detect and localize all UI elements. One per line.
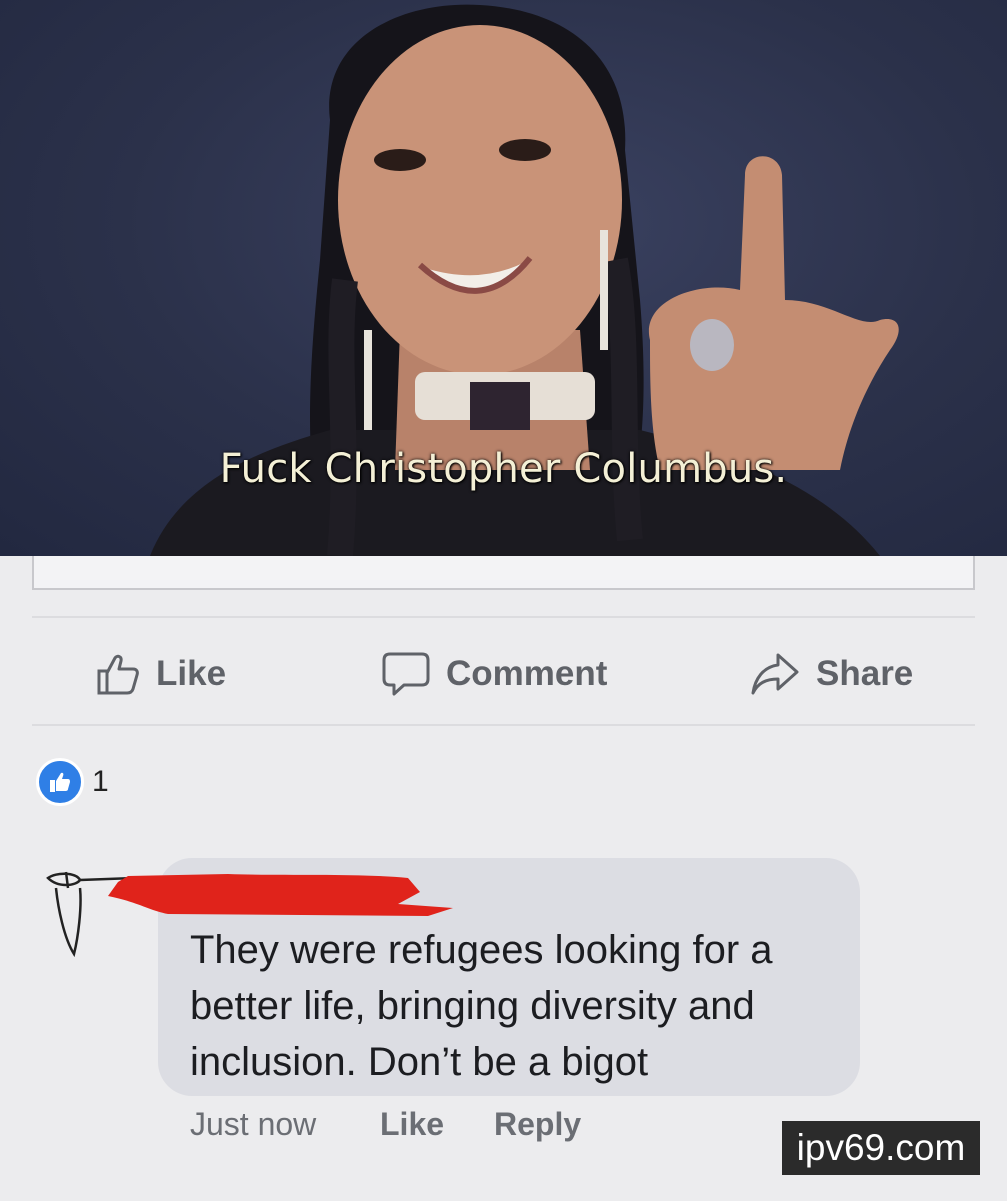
video-caption: Fuck Christopher Columbus. xyxy=(219,446,788,492)
share-arrow-icon xyxy=(750,652,800,696)
comment-button-label: Comment xyxy=(446,654,608,693)
divider-top xyxy=(32,616,975,618)
divider-bottom xyxy=(32,724,975,726)
like-button-label: Like xyxy=(156,654,227,693)
share-button[interactable]: Share xyxy=(750,648,913,700)
comment-button[interactable]: Comment xyxy=(382,648,607,700)
reaction-summary[interactable]: 1 xyxy=(36,758,109,806)
watermark: ipv69.com xyxy=(782,1121,980,1175)
like-reaction-icon xyxy=(36,758,84,806)
redacted-commenter-name xyxy=(108,870,458,920)
comment-text: They were refugees looking for a better … xyxy=(190,928,773,1084)
share-button-label: Share xyxy=(816,654,914,693)
like-button[interactable]: Like xyxy=(96,648,226,700)
reaction-count: 1 xyxy=(92,765,109,798)
thumbs-up-icon xyxy=(96,652,140,696)
comment-like-link[interactable]: Like xyxy=(380,1106,444,1143)
comment-reply-link[interactable]: Reply xyxy=(494,1106,581,1143)
speech-bubble-icon xyxy=(382,651,430,697)
comment-timestamp: Just now xyxy=(190,1106,317,1142)
post-video-frame[interactable]: Fuck Christopher Columbus. xyxy=(0,0,1007,556)
link-preview-strip xyxy=(32,556,975,590)
